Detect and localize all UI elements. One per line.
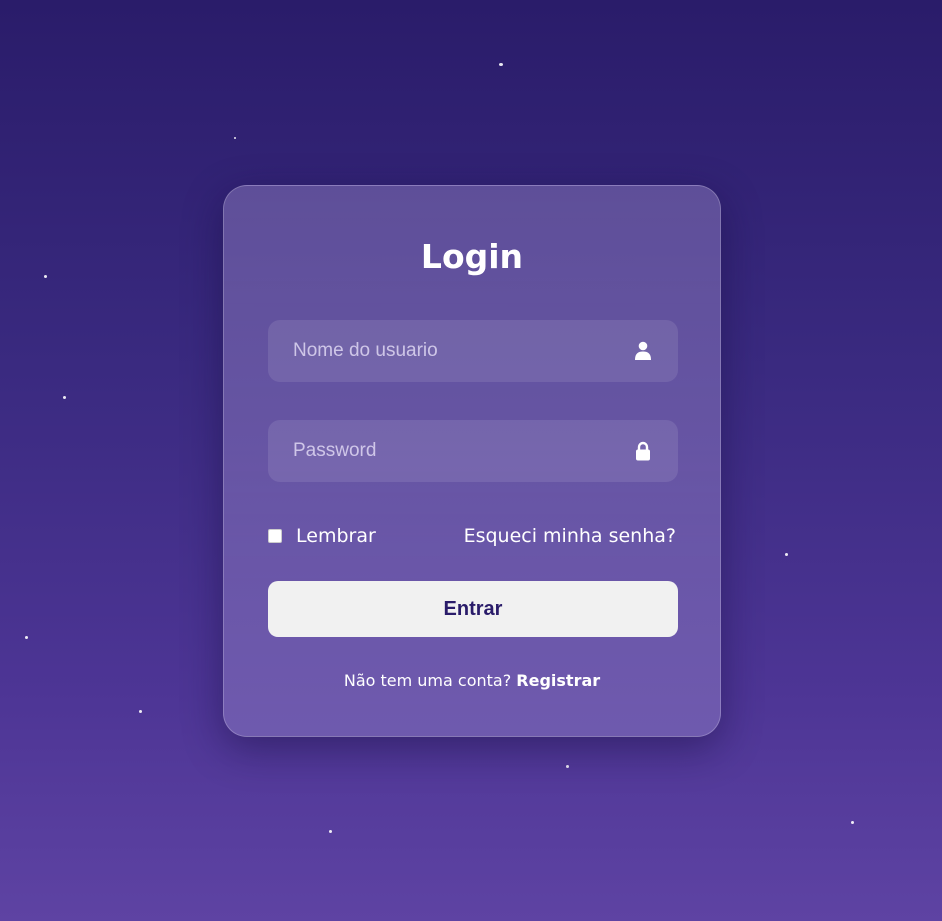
password-input[interactable] bbox=[268, 420, 678, 482]
register-prompt: Não tem uma conta? Registrar bbox=[224, 671, 720, 690]
star bbox=[25, 636, 28, 639]
star bbox=[785, 553, 788, 556]
remember-label: Lembrar bbox=[296, 525, 376, 547]
star bbox=[851, 821, 854, 824]
star bbox=[566, 765, 569, 768]
star bbox=[499, 63, 503, 66]
star bbox=[44, 275, 47, 278]
register-prompt-text: Não tem uma conta? bbox=[343, 671, 512, 690]
login-card: Login Lembrar Esqueci minha senha? Entra… bbox=[223, 185, 721, 737]
star bbox=[139, 710, 142, 713]
username-input[interactable] bbox=[268, 320, 678, 382]
star bbox=[329, 830, 332, 833]
register-link[interactable]: Registrar bbox=[516, 671, 600, 690]
user-icon bbox=[635, 341, 651, 360]
star bbox=[234, 137, 236, 139]
remember-checkbox[interactable] bbox=[268, 529, 282, 543]
forgot-password-link[interactable]: Esqueci minha senha? bbox=[464, 522, 676, 550]
username-field[interactable] bbox=[268, 320, 678, 382]
submit-button[interactable]: Entrar bbox=[268, 581, 678, 637]
password-field[interactable] bbox=[268, 420, 678, 482]
login-title: Login bbox=[420, 237, 524, 276]
lock-icon bbox=[636, 441, 650, 461]
remember-me[interactable]: Lembrar bbox=[268, 522, 376, 550]
star bbox=[63, 396, 66, 399]
